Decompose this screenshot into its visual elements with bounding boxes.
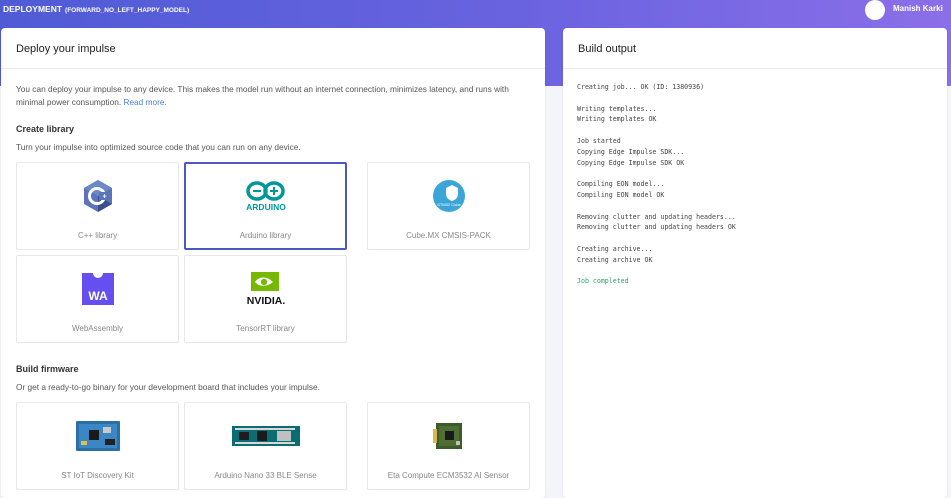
nvidia-logo-text: NVIDIA. xyxy=(246,295,285,307)
build-firmware-subtitle: Or get a ready-to-go binary for your dev… xyxy=(16,382,320,392)
build-output-card: Build output Creating job... OK (ID: 138… xyxy=(563,28,947,498)
build-output-title: Build output xyxy=(578,43,637,55)
log-line: Creating job... OK (ID: 1380936) xyxy=(577,83,705,91)
log-line: Writing templates... xyxy=(577,104,657,113)
project-name: (FORWARD_NO_LEFT_HAPPY_MODEL) xyxy=(65,7,190,14)
tile-webassembly[interactable]: WA WebAssembly xyxy=(16,255,179,343)
divider xyxy=(563,68,947,69)
log-line: Compiling EON model OK xyxy=(577,190,665,199)
tile-eta-compute-ecm3532[interactable]: Eta Compute ECM3532 AI Sensor xyxy=(367,402,530,490)
stm32-logo-text: STM32 Cube xyxy=(437,202,461,207)
create-library-title: Create library xyxy=(16,124,75,134)
page-title-text: DEPLOYMENT xyxy=(3,4,63,14)
tile-label: Arduino library xyxy=(239,231,292,240)
log-line: ​ xyxy=(577,125,736,136)
webassembly-logo-icon: WA xyxy=(81,272,115,311)
log-line: Creating archive... xyxy=(577,244,653,253)
log-line: Writing templates OK xyxy=(577,115,657,124)
read-more-link[interactable]: Read more. xyxy=(123,97,166,107)
tile-label: C++ library xyxy=(77,231,118,240)
tile-arduino-library[interactable]: ARDUINO Arduino library xyxy=(184,162,347,250)
tile-label: WebAssembly xyxy=(72,324,123,333)
svg-text:+: + xyxy=(102,194,106,201)
board-image-icon xyxy=(432,419,466,458)
log-line: ​ xyxy=(577,168,736,179)
log-line: Creating archive OK xyxy=(577,255,653,264)
deploy-card: Deploy your impulse You can deploy your … xyxy=(1,28,545,498)
intro-text: You can deploy your impulse to any devic… xyxy=(16,84,509,107)
log-line: ​ xyxy=(577,266,736,277)
log-line: Copying Edge Impulse SDK OK xyxy=(577,158,685,167)
build-firmware-title: Build firmware xyxy=(16,364,79,374)
arduino-logo-text: ARDUINO xyxy=(246,202,286,212)
log-line: Job started xyxy=(577,136,621,145)
build-log: Creating job... OK (ID: 1380936)​Writing… xyxy=(577,82,736,287)
tile-cpp-library[interactable]: + C++ library xyxy=(16,162,179,250)
tile-tensorrt-library[interactable]: NVIDIA. TensorRT library xyxy=(184,255,347,343)
tile-label: Arduino Nano 33 BLE Sense xyxy=(214,471,317,480)
user-avatar[interactable] xyxy=(865,0,885,20)
log-line: ​ xyxy=(577,233,736,244)
cpp-logo-icon: + xyxy=(82,179,114,218)
log-line: Removing clutter and updating headers... xyxy=(577,212,736,221)
create-library-subtitle: Turn your impulse into optimized source … xyxy=(16,142,301,152)
board-image-icon xyxy=(231,423,301,454)
tile-label: Eta Compute ECM3532 AI Sensor xyxy=(387,471,510,480)
page-title: DEPLOYMENT (FORWARD_NO_LEFT_HAPPY_MODEL) xyxy=(3,4,189,14)
tile-st-iot-discovery-kit[interactable]: ST IoT Discovery Kit xyxy=(16,402,179,490)
log-line: ​ xyxy=(577,93,736,104)
arduino-logo-icon: ARDUINO xyxy=(241,179,291,218)
top-bar: DEPLOYMENT (FORWARD_NO_LEFT_HAPPY_MODEL) … xyxy=(0,0,951,20)
stm32-cube-logo-icon: STM32 Cube xyxy=(432,179,466,218)
tile-label: ST IoT Discovery Kit xyxy=(61,471,134,480)
tile-label: Cube.MX CMSIS-PACK xyxy=(406,231,491,240)
deploy-intro: You can deploy your impulse to any devic… xyxy=(16,83,536,109)
log-line: Compiling EON model... xyxy=(577,180,665,189)
log-line: Copying Edge Impulse SDK... xyxy=(577,147,685,156)
user-name[interactable]: Manish Karki xyxy=(893,4,943,13)
job-completed-status: Job completed xyxy=(577,277,629,286)
tile-arduino-nano-33-ble-sense[interactable]: Arduino Nano 33 BLE Sense xyxy=(184,402,347,490)
log-line: ​ xyxy=(577,201,736,212)
divider xyxy=(1,68,545,69)
log-line: Removing clutter and updating headers OK xyxy=(577,223,736,232)
tile-label: TensorRT library xyxy=(236,324,295,333)
board-image-icon xyxy=(75,419,121,458)
nvidia-logo-icon: NVIDIA. xyxy=(243,272,289,313)
webassembly-logo-text: WA xyxy=(88,289,108,303)
deploy-card-title: Deploy your impulse xyxy=(16,43,116,55)
tile-cubemx-cmsis-pack[interactable]: STM32 Cube Cube.MX CMSIS-PACK xyxy=(367,162,530,250)
